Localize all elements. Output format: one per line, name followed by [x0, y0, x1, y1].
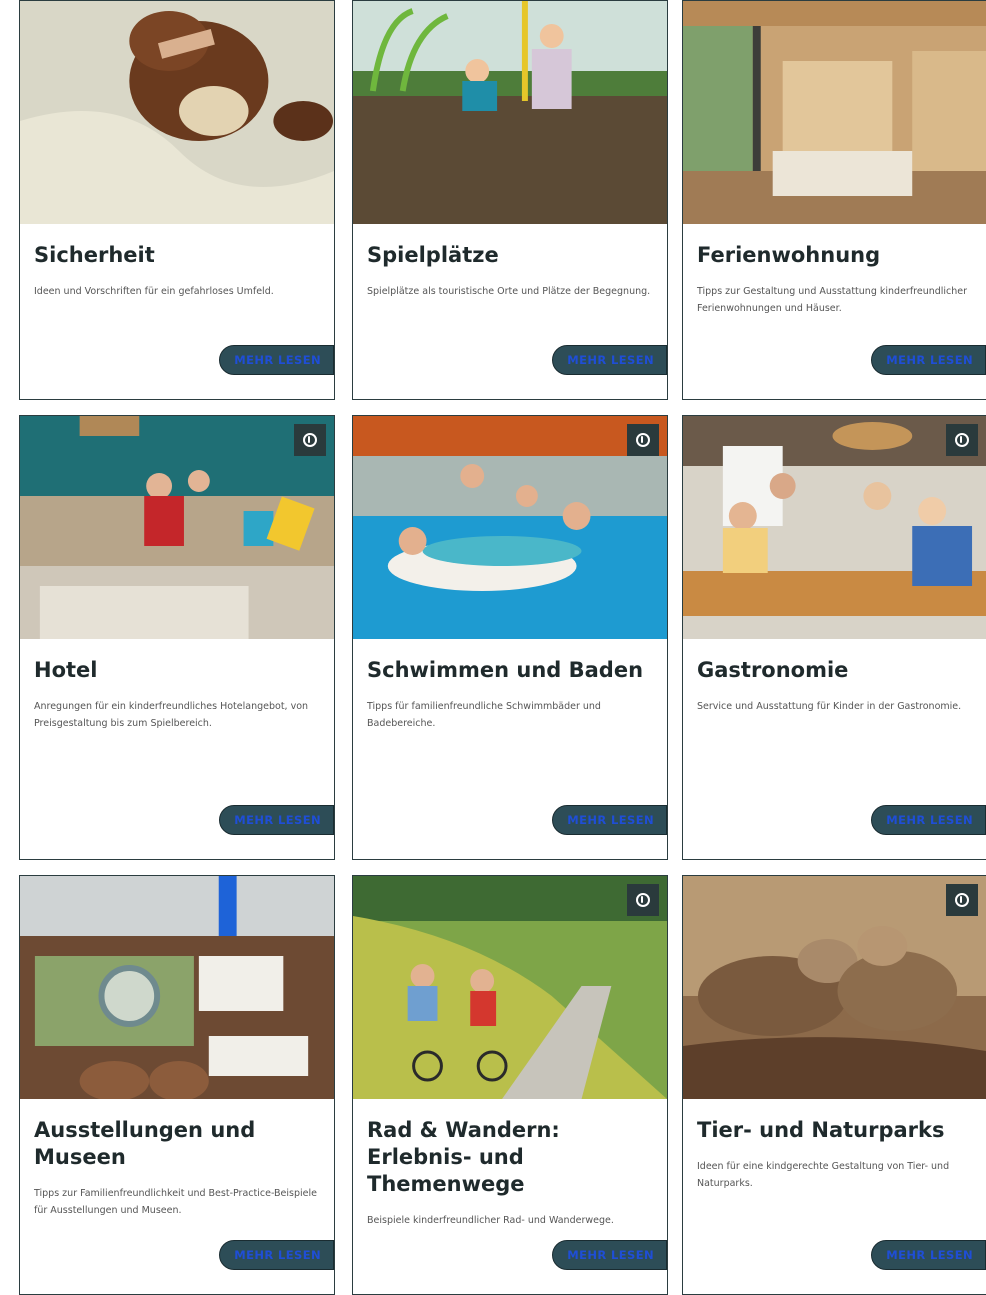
mehr-lesen-button[interactable]: MEHR LESEN [552, 1240, 667, 1270]
card-ausstellungen-und-museen[interactable]: Ausstellungen und Museen Tipps zur Famil… [19, 875, 335, 1295]
info-icon[interactable] [627, 884, 659, 916]
card-hotel[interactable]: Hotel Anregungen für ein kinderfreundlic… [19, 415, 335, 860]
card-image [353, 416, 667, 639]
mehr-lesen-button[interactable]: MEHR LESEN [552, 345, 667, 375]
card-image [683, 416, 986, 639]
card-image [20, 1, 334, 224]
card-description: Beispiele kinderfreundlicher Rad- und Wa… [367, 1215, 614, 1226]
card-image [683, 1, 986, 224]
card-ferienwohnung[interactable]: Ferienwohnung Tipps zur Gestaltung und A… [682, 0, 986, 400]
info-icon[interactable] [627, 424, 659, 456]
card-image [20, 876, 334, 1099]
card-schwimmen-und-baden[interactable]: Schwimmen und Baden Tipps für familienfr… [352, 415, 668, 860]
card-image [683, 876, 986, 1099]
card-rad-und-wandern[interactable]: Rad & Wandern: Erlebnis- und Themenwege … [352, 875, 668, 1295]
card-spielplaetze[interactable]: Spielplätze Spielplätze als touristische… [352, 0, 668, 400]
card-title: Tier- und Naturparks [697, 1118, 945, 1142]
card-description: Service und Ausstattung für Kinder in de… [697, 701, 962, 712]
card-description: Anregungen für ein kinderfreundliches Ho… [34, 701, 309, 729]
info-icon[interactable] [946, 424, 978, 456]
card-image [353, 1, 667, 224]
card-image [353, 876, 667, 1099]
card-description: Spielplätze als touristische Orte und Pl… [367, 286, 651, 297]
card-description: Tipps für familienfreundliche Schwimmbäd… [367, 701, 601, 729]
info-icon[interactable] [294, 424, 326, 456]
card-title: Sicherheit [34, 243, 155, 267]
mehr-lesen-button[interactable]: MEHR LESEN [219, 345, 334, 375]
card-title: Rad & Wandern: Erlebnis- und Themenwege [367, 1118, 560, 1196]
mehr-lesen-button[interactable]: MEHR LESEN [871, 805, 986, 835]
mehr-lesen-button[interactable]: MEHR LESEN [552, 805, 667, 835]
card-title: Ferienwohnung [697, 243, 881, 267]
card-gastronomie[interactable]: Gastronomie Service und Ausstattung für … [682, 415, 986, 860]
card-description: Tipps zur Gestaltung und Ausstattung kin… [697, 286, 968, 314]
mehr-lesen-button[interactable]: MEHR LESEN [219, 1240, 334, 1270]
card-sicherheit[interactable]: Sicherheit Ideen und Vorschriften für ei… [19, 0, 335, 400]
mehr-lesen-button[interactable]: MEHR LESEN [871, 345, 986, 375]
mehr-lesen-button[interactable]: MEHR LESEN [871, 1240, 986, 1270]
mehr-lesen-button[interactable]: MEHR LESEN [219, 805, 334, 835]
card-title: Ausstellungen und Museen [34, 1118, 256, 1169]
info-icon[interactable] [946, 884, 978, 916]
card-title: Hotel [34, 658, 98, 682]
card-description: Ideen und Vorschriften für ein gefahrlos… [34, 286, 274, 297]
card-image [20, 416, 334, 639]
card-title: Spielplätze [367, 243, 499, 267]
card-title: Gastronomie [697, 658, 849, 682]
card-tier-und-naturparks[interactable]: Tier- und Naturparks Ideen für eine kind… [682, 875, 986, 1295]
card-description: Ideen für eine kindgerechte Gestaltung v… [697, 1161, 950, 1189]
card-title: Schwimmen und Baden [367, 658, 644, 682]
card-description: Tipps zur Familienfreundlichkeit und Bes… [34, 1188, 317, 1216]
